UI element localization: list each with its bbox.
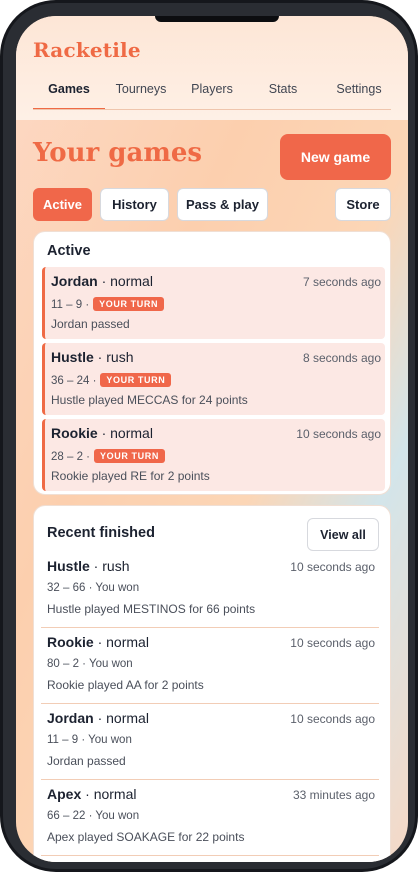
active-game-row[interactable]: Jordan · normal 7 seconds ago 11 – 9 · YO… <box>42 267 385 339</box>
game-score: 11 – 9 <box>51 299 83 311</box>
last-move: Hustle played MECCAS for 24 points <box>51 393 248 407</box>
game-time: 10 seconds ago <box>290 712 375 726</box>
game-opponent: Apex · normal <box>47 786 137 802</box>
game-mode: normal <box>106 710 149 726</box>
game-score: 28 – 2 <box>51 451 83 463</box>
active-games-card: Active Jordan · normal 7 seconds ago 11 … <box>33 231 391 495</box>
game-result: You won <box>88 734 132 746</box>
finished-game-row[interactable]: Jordan · normal 10 seconds ago 11 – 9 · … <box>41 704 379 780</box>
opponent-name: Hustle <box>47 558 90 574</box>
game-mode: rush <box>102 558 130 574</box>
finished-game-row[interactable]: Hustle · rush 10 seconds ago 32 – 66 · Y… <box>41 552 379 628</box>
your-turn-badge: YOUR TURN <box>100 373 172 387</box>
game-opponent: Hustle · rush <box>47 558 130 574</box>
tab-settings[interactable]: Settings <box>328 76 390 110</box>
phone-frame: Racketile Games Tourneys Players Stats S… <box>0 0 418 872</box>
tab-players[interactable]: Players <box>184 76 240 110</box>
view-all-button[interactable]: View all <box>307 518 379 551</box>
active-game-row[interactable]: Hustle · rush 8 seconds ago 36 – 24 · YOU… <box>42 343 385 415</box>
game-mode: normal <box>110 273 153 289</box>
game-time: 7 seconds ago <box>302 275 381 289</box>
phone-notch <box>155 16 279 22</box>
opponent-name: Jordan <box>51 273 98 289</box>
game-time: 8 seconds ago <box>302 351 381 365</box>
tab-stats[interactable]: Stats <box>261 76 305 110</box>
last-move: Rookie played RE for 2 points <box>51 469 210 483</box>
tab-tourneys[interactable]: Tourneys <box>108 76 174 110</box>
game-result: You won <box>95 582 140 594</box>
opponent-name: Jordan <box>47 710 94 726</box>
game-score-line: 36 – 24 · YOUR TURN <box>51 373 172 387</box>
active-section-title: Active <box>47 243 91 259</box>
game-opponent: Jordan · normal <box>47 710 149 726</box>
tab-games[interactable]: Games <box>33 76 105 110</box>
last-move: Hustle played MESTINOS for 66 points <box>47 602 256 616</box>
last-move: Apex played SOAKAGE for 22 points <box>47 830 245 844</box>
app-logo[interactable]: Racketile <box>33 38 141 62</box>
game-score: 32 – 66 <box>47 582 86 594</box>
last-move: Rookie played AA for 2 points <box>47 678 204 692</box>
game-mode: normal <box>93 786 137 802</box>
main-nav: Games Tourneys Players Stats Settings <box>16 76 408 110</box>
app-header: Racketile Games Tourneys Players Stats S… <box>16 16 408 120</box>
game-mode: normal <box>110 425 153 441</box>
game-mode: normal <box>106 634 149 650</box>
opponent-name: Hustle <box>51 349 94 365</box>
recent-finished-card: Recent finished View all Hustle · rush 1… <box>33 505 391 862</box>
opponent-name: Apex <box>47 786 82 802</box>
opponent-name: Rookie <box>47 634 94 650</box>
game-opponent: Jordan · normal <box>51 273 153 289</box>
last-move: Jordan passed <box>47 754 126 768</box>
last-move: Jordan passed <box>51 317 130 331</box>
finished-game-row[interactable]: Apex · normal 33 minutes ago 66 – 22 · Y… <box>41 780 379 856</box>
row-divider <box>41 855 379 856</box>
game-score: 11 – 9 <box>47 734 79 746</box>
game-time: 10 seconds ago <box>290 560 375 574</box>
game-score-line: 66 – 22 · You won <box>47 810 140 822</box>
game-score-line: 32 – 66 · You won <box>47 582 140 594</box>
game-opponent: Hustle · rush <box>51 349 134 365</box>
game-score: 66 – 22 <box>47 810 86 822</box>
app-screen: Racketile Games Tourneys Players Stats S… <box>16 16 408 862</box>
nav-divider <box>33 109 391 110</box>
game-score-line: 28 – 2 · YOUR TURN <box>51 449 165 463</box>
your-turn-badge: YOUR TURN <box>93 297 165 311</box>
game-time: 33 minutes ago <box>292 788 375 802</box>
game-score-line: 11 – 9 · YOUR TURN <box>51 297 165 311</box>
phone-bezel: Racketile Games Tourneys Players Stats S… <box>3 3 415 869</box>
page-title: Your games <box>33 138 203 168</box>
game-mode: rush <box>106 349 134 365</box>
game-opponent: Rookie · normal <box>47 634 149 650</box>
store-button[interactable]: Store <box>335 188 391 221</box>
game-score-line: 80 – 2 · You won <box>47 658 133 670</box>
active-game-row[interactable]: Rookie · normal 10 seconds ago 28 – 2 · Y… <box>42 419 385 491</box>
game-score-line: 11 – 9 · You won <box>47 734 132 746</box>
finished-section-title: Recent finished <box>47 525 155 541</box>
game-result: You won <box>89 658 133 670</box>
filter-pass-play-button[interactable]: Pass & play <box>177 188 268 221</box>
filter-history-button[interactable]: History <box>100 188 169 221</box>
game-time: 10 seconds ago <box>296 427 381 441</box>
your-turn-badge: YOUR TURN <box>94 449 165 463</box>
opponent-name: Rookie <box>51 425 98 441</box>
game-result: You won <box>95 810 140 822</box>
game-score: 36 – 24 <box>51 375 90 387</box>
new-game-button[interactable]: New game <box>280 134 391 180</box>
game-time: 10 seconds ago <box>290 636 375 650</box>
game-score: 80 – 2 <box>47 658 79 670</box>
filter-active-button[interactable]: Active <box>33 188 92 221</box>
game-opponent: Rookie · normal <box>51 425 153 441</box>
finished-game-row[interactable]: Rookie · normal 10 seconds ago 80 – 2 · … <box>41 628 379 704</box>
